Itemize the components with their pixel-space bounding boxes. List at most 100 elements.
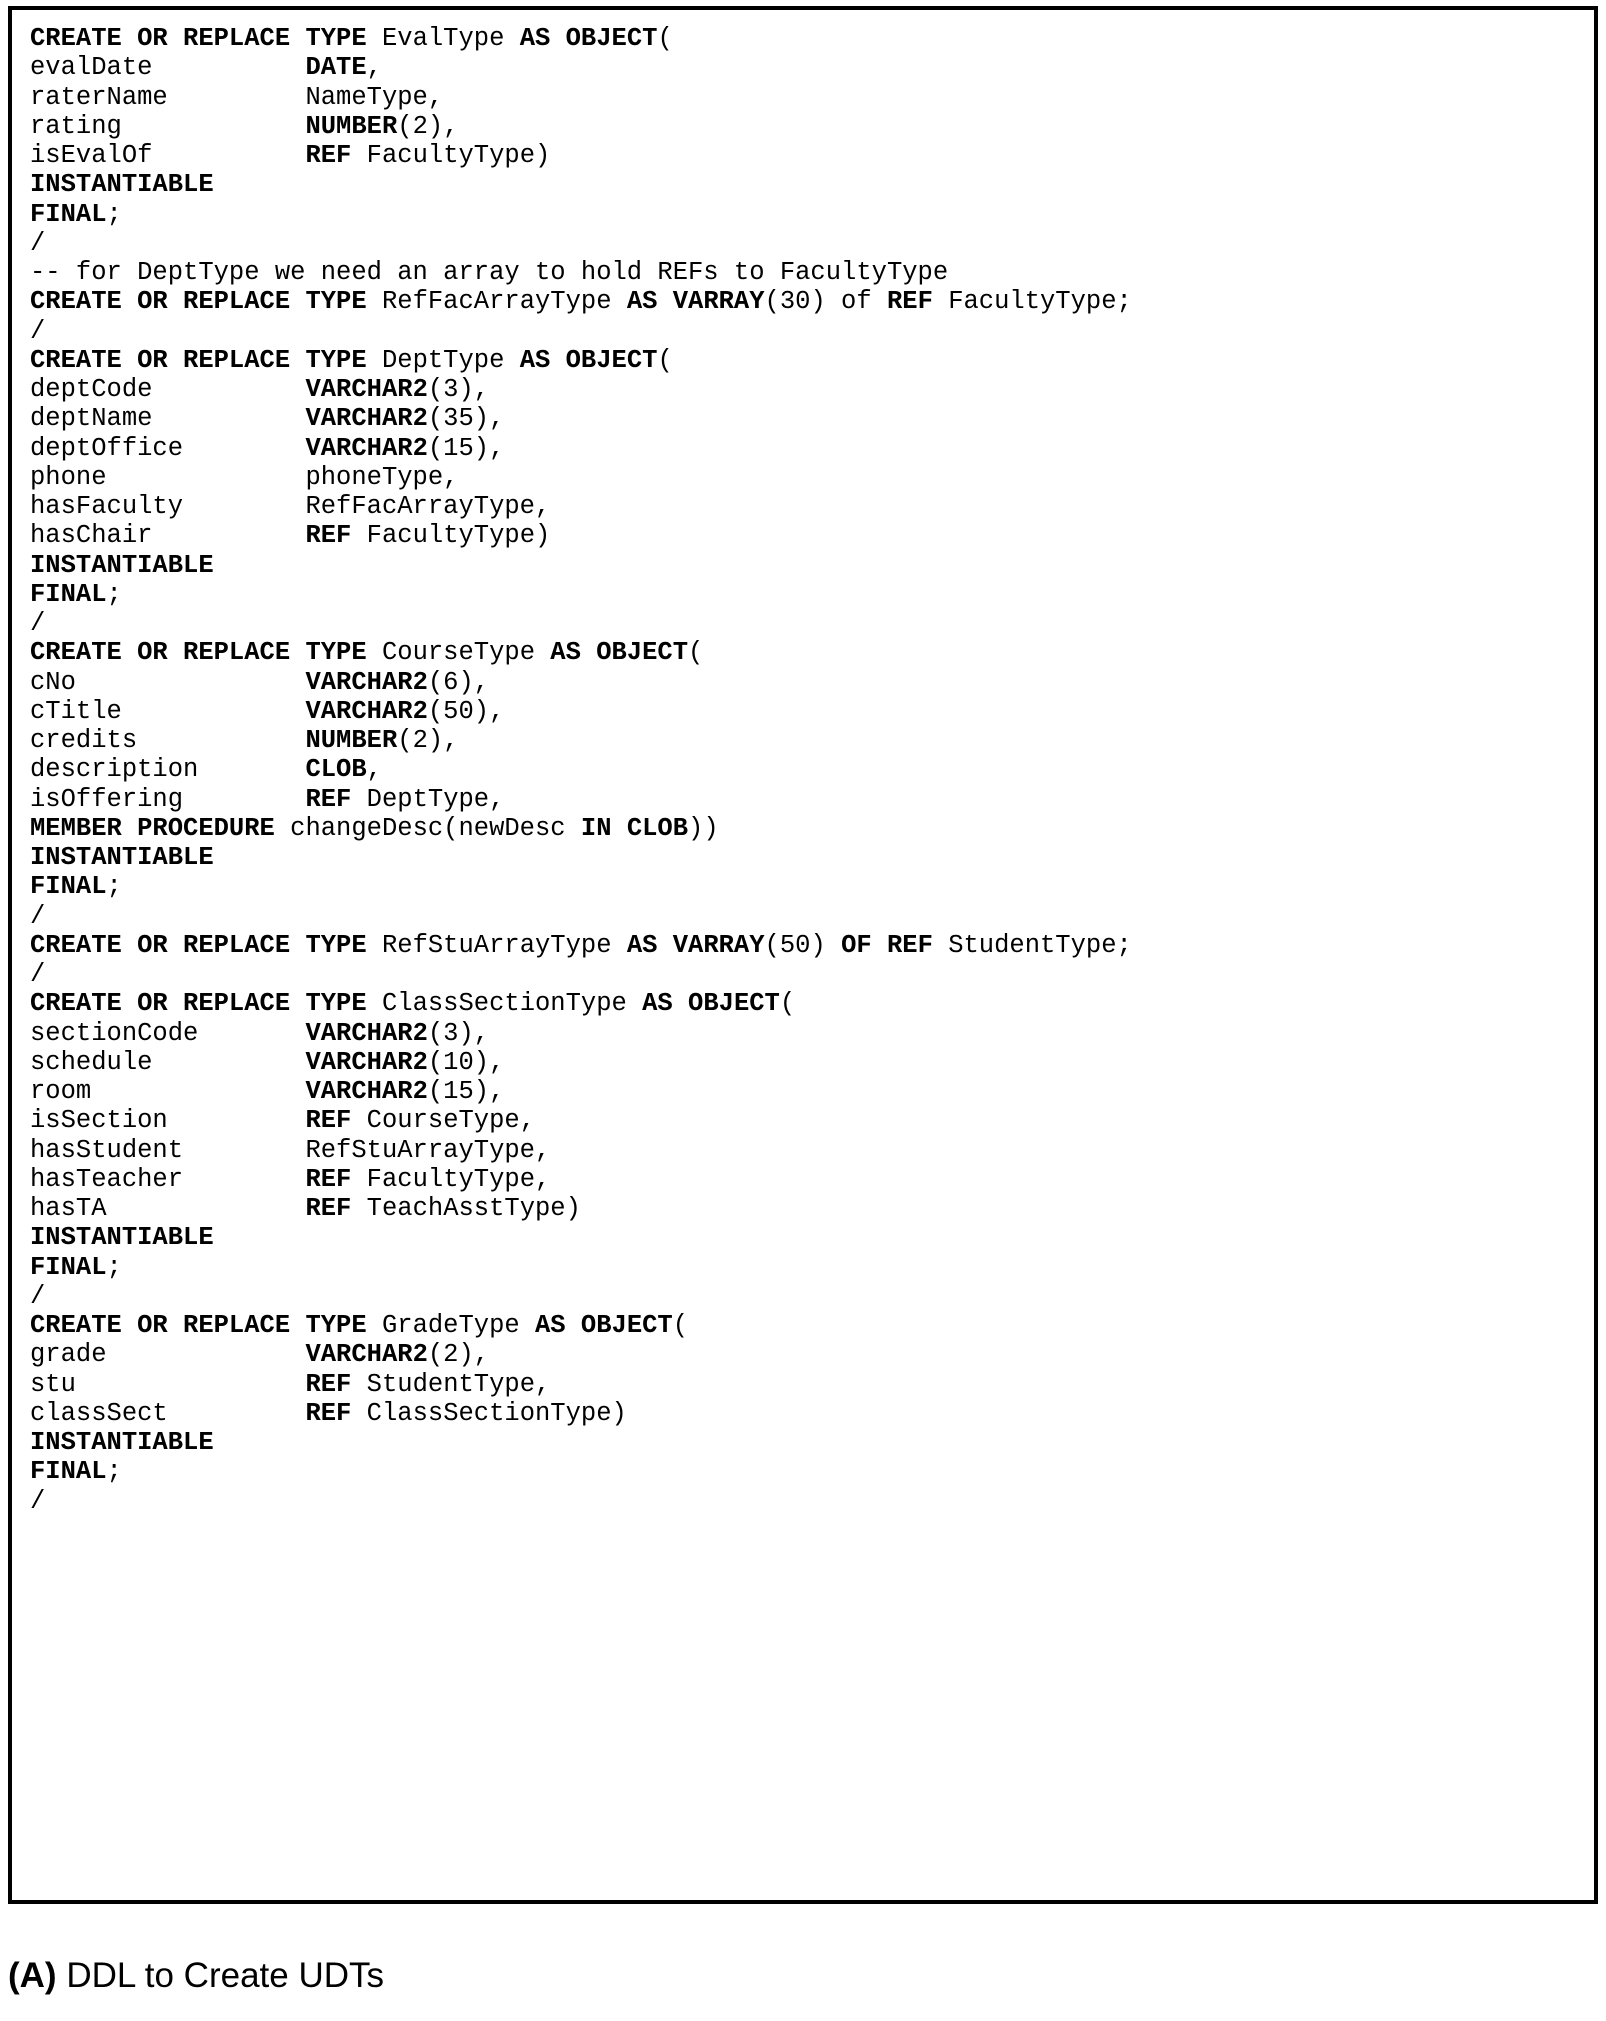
code-identifier: ClassSectionType) bbox=[351, 1398, 627, 1428]
code-keyword: CREATE OR REPLACE TYPE bbox=[30, 989, 382, 1019]
code-line: / bbox=[30, 317, 1594, 346]
code-line: hasTeacher REF FacultyType, bbox=[30, 1165, 1594, 1194]
code-identifier: ( bbox=[672, 1311, 689, 1340]
ddl-code-listing: CREATE OR REPLACE TYPE EvalType AS OBJEC… bbox=[12, 10, 1594, 1516]
code-line: hasStudent RefStuArrayType, bbox=[30, 1136, 1594, 1165]
code-keyword: MEMBER PROCEDURE bbox=[30, 813, 275, 843]
code-identifier: (2), bbox=[397, 111, 459, 141]
code-keyword: IN CLOB bbox=[580, 813, 689, 843]
code-keyword: VARCHAR2 bbox=[305, 1340, 428, 1370]
code-identifier: RefStuArrayType bbox=[381, 930, 627, 960]
code-line: isEvalOf REF FacultyType) bbox=[30, 141, 1594, 170]
figure-root: CREATE OR REPLACE TYPE EvalType AS OBJEC… bbox=[0, 0, 1606, 2021]
code-line: CREATE OR REPLACE TYPE DeptType AS OBJEC… bbox=[30, 346, 1594, 375]
code-identifier: , bbox=[366, 755, 382, 785]
code-keyword: REF bbox=[886, 287, 933, 317]
code-line: hasFaculty RefFacArrayType, bbox=[30, 492, 1594, 521]
code-keyword: FINAL bbox=[30, 872, 107, 902]
code-keyword: FINAL bbox=[30, 1457, 107, 1487]
code-line: FINAL; bbox=[30, 580, 1594, 609]
code-keyword: VARCHAR2 bbox=[305, 1018, 428, 1048]
code-identifier: (3), bbox=[427, 1018, 490, 1048]
code-line: / bbox=[30, 1282, 1594, 1311]
code-keyword: VARCHAR2 bbox=[305, 375, 428, 404]
code-keyword: REF bbox=[305, 141, 352, 170]
code-line: classSect REF ClassSectionType) bbox=[30, 1399, 1594, 1428]
code-keyword: FINAL bbox=[30, 1252, 107, 1282]
code-identifier: FacultyType) bbox=[351, 141, 551, 170]
code-identifier: isSection bbox=[30, 1106, 306, 1136]
code-identifier: deptCode bbox=[30, 375, 306, 404]
code-keyword: VARCHAR2 bbox=[305, 1077, 428, 1106]
code-line: INSTANTIABLE bbox=[30, 1223, 1594, 1252]
code-keyword: CREATE OR REPLACE TYPE bbox=[30, 24, 382, 53]
code-keyword: NUMBER bbox=[305, 111, 398, 141]
code-line: CREATE OR REPLACE TYPE EvalType AS OBJEC… bbox=[30, 24, 1594, 53]
code-identifier: , bbox=[366, 53, 382, 83]
code-identifier: hasTeacher bbox=[30, 1164, 306, 1194]
code-identifier: ; bbox=[106, 1252, 122, 1282]
code-keyword: VARCHAR2 bbox=[305, 433, 428, 463]
code-identifier: credits bbox=[30, 726, 306, 755]
code-line: description CLOB, bbox=[30, 755, 1594, 784]
code-identifier: (35), bbox=[427, 404, 505, 434]
code-keyword: CREATE OR REPLACE TYPE bbox=[30, 1311, 382, 1340]
code-keyword: INSTANTIABLE bbox=[30, 550, 214, 580]
code-identifier: TeachAsstType) bbox=[351, 1194, 581, 1223]
code-line: phone phoneType, bbox=[30, 463, 1594, 492]
code-identifier: ( bbox=[657, 345, 673, 375]
code-keyword: REF bbox=[305, 1106, 352, 1136]
code-identifier: StudentType, bbox=[351, 1369, 551, 1399]
code-keyword: FINAL bbox=[30, 579, 107, 609]
code-identifier: / bbox=[30, 1281, 46, 1311]
code-identifier: -- for DeptType we need an array to hold… bbox=[30, 258, 949, 287]
code-keyword: REF bbox=[305, 1369, 352, 1399]
code-keyword: VARCHAR2 bbox=[305, 667, 428, 697]
code-keyword: DATE bbox=[305, 53, 367, 83]
code-identifier: classSect bbox=[30, 1398, 306, 1428]
code-identifier: hasStudent RefStuArrayType, bbox=[30, 1135, 551, 1165]
code-line: FINAL; bbox=[30, 1253, 1594, 1282]
code-identifier: / bbox=[30, 609, 46, 638]
code-identifier: / bbox=[30, 1486, 46, 1516]
code-identifier: CourseType, bbox=[351, 1106, 536, 1136]
code-line: INSTANTIABLE bbox=[30, 170, 1594, 199]
code-identifier: hasTA bbox=[30, 1194, 306, 1223]
code-identifier: hasChair bbox=[30, 521, 306, 551]
code-identifier: CourseType bbox=[381, 638, 551, 668]
code-identifier: RefFacArrayType bbox=[381, 287, 627, 317]
code-line: FINAL; bbox=[30, 1457, 1594, 1486]
code-line: deptCode VARCHAR2(3), bbox=[30, 375, 1594, 404]
code-line: / bbox=[30, 960, 1594, 989]
code-keyword: REF bbox=[305, 1164, 352, 1194]
code-identifier: (2), bbox=[427, 1340, 490, 1370]
code-line: INSTANTIABLE bbox=[30, 1428, 1594, 1457]
code-line: / bbox=[30, 902, 1594, 931]
code-keyword: INSTANTIABLE bbox=[30, 1428, 214, 1457]
code-identifier: DeptType bbox=[381, 345, 520, 375]
code-identifier: schedule bbox=[30, 1047, 306, 1077]
code-identifier: DeptType, bbox=[351, 784, 505, 814]
code-line: CREATE OR REPLACE TYPE RefStuArrayType A… bbox=[30, 931, 1594, 960]
code-line: / bbox=[30, 229, 1594, 258]
code-identifier: FacultyType, bbox=[351, 1164, 551, 1194]
code-line: grade VARCHAR2(2), bbox=[30, 1340, 1594, 1369]
code-line: evalDate DATE, bbox=[30, 53, 1594, 82]
code-keyword: FINAL bbox=[30, 199, 107, 229]
code-identifier: (10), bbox=[427, 1047, 505, 1077]
code-identifier: (50), bbox=[427, 696, 505, 726]
code-line: CREATE OR REPLACE TYPE CourseType AS OBJ… bbox=[30, 638, 1594, 667]
code-keyword: CREATE OR REPLACE TYPE bbox=[30, 638, 382, 668]
code-line: raterName NameType, bbox=[30, 83, 1594, 112]
code-identifier: (30) of bbox=[764, 287, 887, 317]
code-identifier: isEvalOf bbox=[30, 141, 306, 170]
code-line: MEMBER PROCEDURE changeDesc(newDesc IN C… bbox=[30, 814, 1594, 843]
code-identifier: stu bbox=[30, 1369, 306, 1399]
code-identifier: / bbox=[30, 901, 46, 931]
code-identifier: deptOffice bbox=[30, 433, 306, 463]
code-line: rating NUMBER(2), bbox=[30, 112, 1594, 141]
code-keyword: AS OBJECT bbox=[642, 989, 780, 1019]
code-line: schedule VARCHAR2(10), bbox=[30, 1048, 1594, 1077]
code-identifier: deptName bbox=[30, 404, 306, 434]
code-line: CREATE OR REPLACE TYPE GradeType AS OBJE… bbox=[30, 1311, 1594, 1340]
